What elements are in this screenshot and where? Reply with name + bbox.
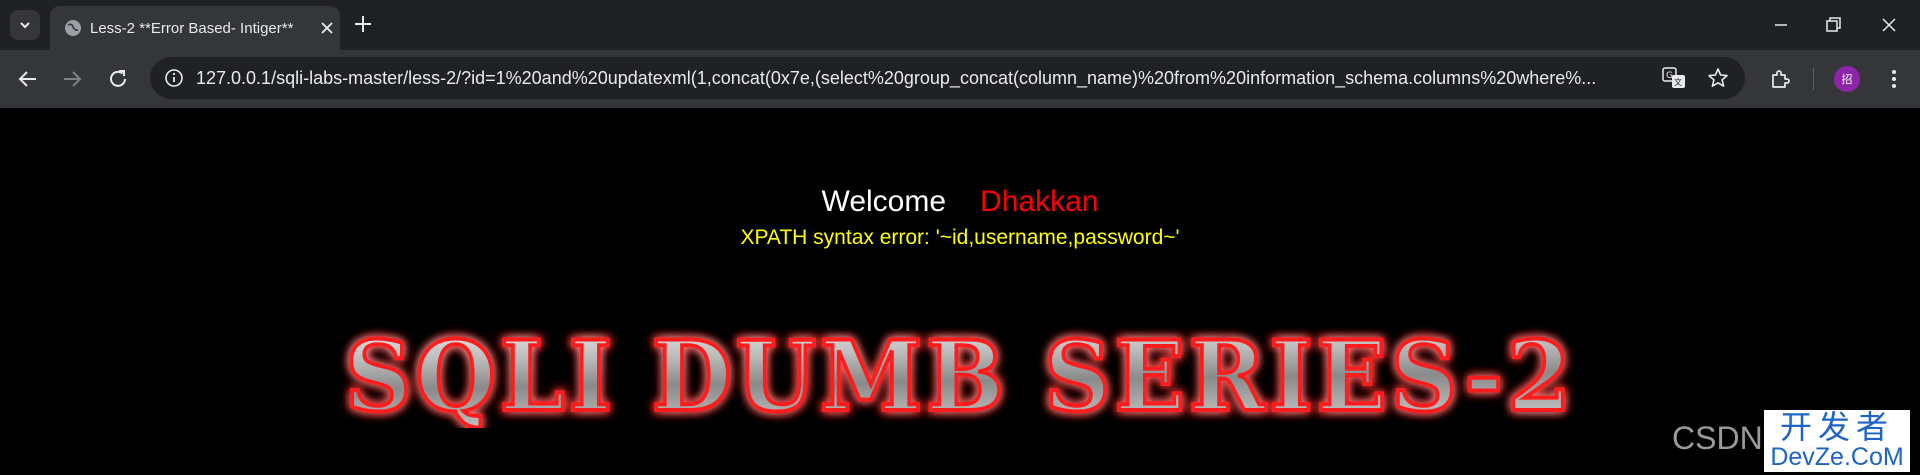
devze-cn: 开发者 bbox=[1779, 409, 1894, 445]
globe-icon bbox=[65, 20, 81, 36]
extensions-icon[interactable] bbox=[1768, 67, 1792, 91]
info-icon[interactable] bbox=[164, 68, 184, 88]
tab-search-icon bbox=[20, 22, 30, 29]
welcome-line: Welcome Dhakkan bbox=[0, 184, 1920, 220]
csdn-watermark: CSDN bbox=[1672, 420, 1763, 456]
svg-text:G: G bbox=[1666, 71, 1673, 81]
welcome-text: Welcome bbox=[821, 185, 947, 218]
banner-text: SQLI DUMB SERIES-2 bbox=[345, 320, 1575, 428]
address-bar[interactable]: 127.0.0.1/sqli-labs-master/less-2/?id=1%… bbox=[150, 57, 1745, 99]
close-icon[interactable] bbox=[318, 19, 336, 37]
svg-text:文: 文 bbox=[1674, 77, 1682, 87]
tab-search-button[interactable] bbox=[10, 10, 40, 40]
browser-toolbar: 127.0.0.1/sqli-labs-master/less-2/?id=1%… bbox=[0, 50, 1920, 108]
menu-icon[interactable] bbox=[1882, 67, 1906, 91]
url-text[interactable]: 127.0.0.1/sqli-labs-master/less-2/?id=1%… bbox=[196, 67, 1596, 89]
star-icon[interactable] bbox=[1707, 67, 1729, 89]
user-name: Dhakkan bbox=[980, 185, 1099, 218]
devze-watermark: 开发者 DevZe.CoM bbox=[1764, 410, 1910, 472]
plus-icon[interactable] bbox=[352, 13, 374, 35]
forward-icon[interactable] bbox=[60, 67, 84, 91]
translate-icon[interactable]: G 文 bbox=[1662, 67, 1686, 89]
tab-strip: Less-2 **Error Based- Intiger** bbox=[0, 0, 1920, 50]
back-icon[interactable] bbox=[16, 67, 40, 91]
devze-en: DevZe.CoM bbox=[1770, 443, 1904, 471]
minimize-icon[interactable] bbox=[1770, 14, 1792, 36]
tab-title: Less-2 **Error Based- Intiger** bbox=[90, 20, 294, 37]
active-tab[interactable]: Less-2 **Error Based- Intiger** bbox=[50, 6, 340, 50]
page-content: Welcome Dhakkan XPATH syntax error: '~id,… bbox=[0, 108, 1920, 475]
restore-icon[interactable] bbox=[1822, 14, 1844, 36]
reload-icon[interactable] bbox=[106, 67, 130, 91]
toolbar-divider bbox=[1813, 68, 1814, 90]
series-banner-logo: SQLI DUMB SERIES-2 bbox=[343, 318, 1575, 428]
error-message: XPATH syntax error: '~id,username,passwo… bbox=[740, 226, 1180, 249]
close-window-icon[interactable] bbox=[1878, 14, 1900, 36]
profile-avatar[interactable]: 招 bbox=[1834, 66, 1860, 92]
